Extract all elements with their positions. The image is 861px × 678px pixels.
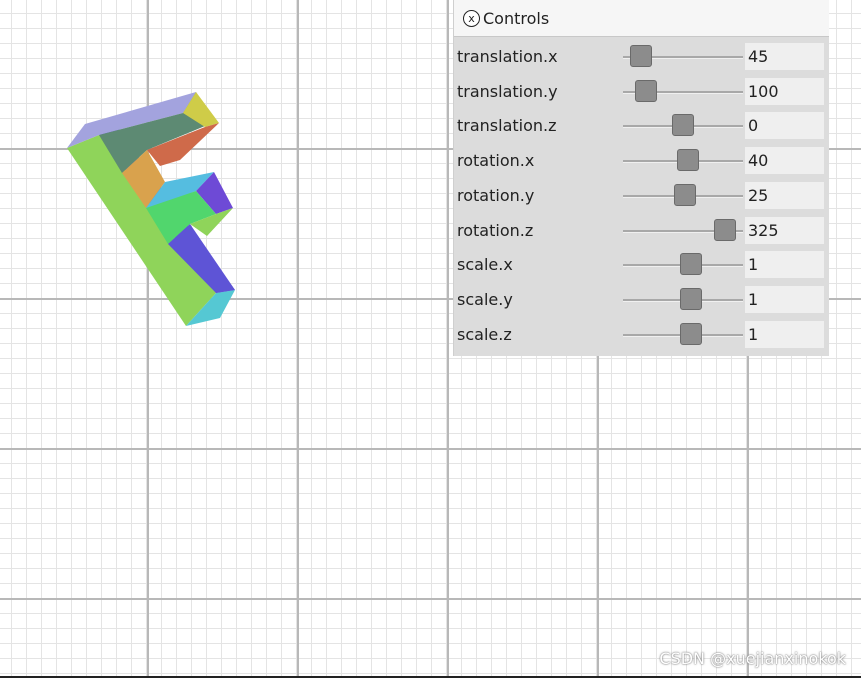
control-row: translation.y 100 (454, 75, 829, 109)
control-label: translation.z (457, 116, 557, 136)
control-slider[interactable] (623, 253, 743, 277)
control-slider[interactable] (623, 149, 743, 173)
slider-thumb[interactable] (714, 218, 736, 241)
slider-thumb[interactable] (634, 79, 657, 102)
control-value-input[interactable]: 325 (745, 216, 824, 244)
slider-thumb[interactable] (680, 322, 703, 345)
control-label: translation.x (457, 47, 558, 66)
watermark-text: CSDN @xuejianxinokok (659, 649, 846, 668)
controls-panel: x Controls translation.x 45 translation.y 1… (453, 0, 829, 356)
control-slider[interactable] (623, 79, 743, 104)
slider-thumb[interactable] (672, 114, 694, 137)
control-slider[interactable] (623, 322, 743, 347)
slider-thumb[interactable] (676, 149, 699, 172)
control-value-input[interactable]: 1 (745, 251, 824, 279)
control-slider[interactable] (623, 183, 743, 208)
control-value-input[interactable]: 40 (745, 147, 824, 175)
controls-header[interactable]: x Controls (454, 0, 829, 37)
control-slider[interactable] (623, 114, 743, 138)
control-value-input[interactable]: 1 (745, 285, 824, 313)
control-value-input[interactable]: 0 (745, 112, 824, 140)
control-row: rotation.z 325 (454, 214, 829, 248)
control-value-input[interactable]: 1 (745, 320, 824, 348)
controls-title: Controls (483, 8, 550, 28)
control-label: scale.y (457, 289, 513, 309)
slider-thumb[interactable] (630, 45, 652, 67)
control-label: rotation.x (457, 151, 535, 171)
control-slider[interactable] (623, 218, 743, 243)
control-value-input[interactable]: 45 (745, 43, 824, 70)
close-icon[interactable]: x (463, 9, 480, 27)
control-slider[interactable] (623, 287, 743, 312)
control-row: translation.z 0 (454, 109, 829, 143)
control-row: rotation.y 25 (454, 179, 829, 213)
control-label: rotation.y (457, 185, 535, 205)
control-row: rotation.x 40 (454, 144, 829, 178)
control-slider[interactable] (623, 45, 743, 69)
slider-thumb[interactable] (680, 253, 703, 276)
control-row: scale.z 1 (454, 318, 829, 352)
3d-letter-f (67, 92, 235, 326)
slider-thumb[interactable] (680, 287, 703, 310)
slider-thumb[interactable] (674, 183, 697, 206)
control-value-input[interactable]: 25 (745, 181, 824, 209)
control-label: rotation.z (457, 220, 534, 240)
control-label: scale.z (457, 324, 512, 344)
control-value-input[interactable]: 100 (745, 77, 824, 105)
control-row: scale.y 1 (454, 283, 829, 317)
control-label: translation.y (457, 81, 558, 101)
control-label: scale.x (457, 255, 513, 275)
control-row: scale.x 1 (454, 248, 829, 282)
control-row: translation.x 45 (454, 40, 829, 74)
